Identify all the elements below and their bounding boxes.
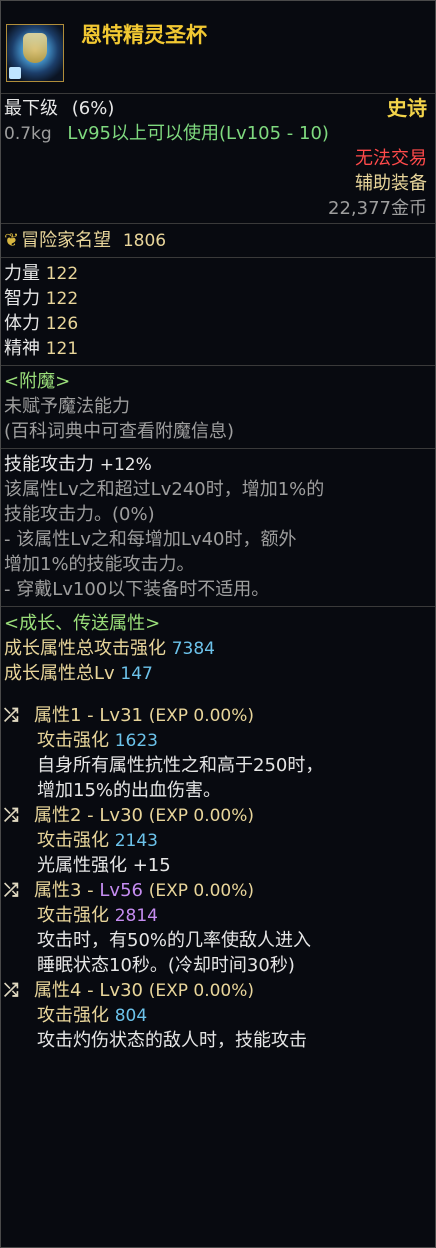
skill-attack-section: 技能攻击力 +12% 该属性Lv之和超过Lv240时，增加1%的 技能攻击力。(… bbox=[1, 449, 435, 607]
item-name: 恩特精灵圣杯 bbox=[81, 23, 207, 47]
skill-attack-value: +12% bbox=[99, 455, 152, 475]
growth-total-atk-value: 7384 bbox=[171, 639, 215, 659]
attr-desc: 攻击灼伤状态的敌人时，技能攻击 bbox=[37, 1030, 307, 1051]
attr-atk-value: 2814 bbox=[114, 906, 158, 926]
shuffle-icon[interactable]: ⤮ bbox=[4, 978, 34, 1003]
fame-label: 冒险家名望 bbox=[21, 230, 112, 251]
basic-info: 最下级 (6%) 史诗 0.7kg Lv95以上可以使用(Lv105 - 10)… bbox=[1, 94, 435, 224]
attr-desc: 增加15%的出血伤害。 bbox=[37, 780, 222, 801]
shuffle-icon[interactable]: ⤮ bbox=[4, 803, 34, 828]
growth-attr-4[interactable]: ⤮ 属性4 - Lv30 (EXP 0.00%) bbox=[1, 978, 435, 1003]
growth-header: <成长、传送属性> bbox=[4, 613, 161, 634]
skill-attack-label: 技能攻击力 bbox=[4, 454, 94, 475]
growth-attr-3[interactable]: ⤮ 属性3 - Lv56 (EXP 0.00%) bbox=[1, 878, 435, 903]
level-requirement: Lv95以上可以使用(Lv105 - 10) bbox=[67, 123, 329, 144]
stat-row: 精神 121 bbox=[4, 338, 79, 359]
attr-atk-value: 804 bbox=[114, 1006, 148, 1026]
stat-row: 智力 122 bbox=[4, 288, 79, 309]
attr-desc: 睡眠状态10秒。(冷却时间30秒) bbox=[37, 955, 295, 976]
skill-desc-line: 技能攻击力。(0%) bbox=[4, 504, 155, 525]
laurel-icon: ❦ bbox=[4, 230, 20, 251]
stat-row: 体力 126 bbox=[4, 313, 79, 334]
growth-total-lv-value: 147 bbox=[120, 664, 153, 684]
enchant-line: (百科词典中可查看附魔信息) bbox=[4, 421, 235, 442]
stats-section: 力量 122 智力 122 体力 126 精神 121 bbox=[1, 258, 435, 366]
skill-desc-line: 增加1%的技能攻击力。 bbox=[4, 554, 195, 575]
growth-total-atk-label: 成长属性总攻击强化 bbox=[4, 638, 166, 659]
tooltip-header: 恩特精灵圣杯 bbox=[1, 1, 435, 94]
attr-desc: 自身所有属性抗性之和高于250时， bbox=[37, 755, 324, 776]
shuffle-icon[interactable]: ⤮ bbox=[4, 703, 34, 728]
item-grade-percent: (6%) bbox=[71, 98, 115, 119]
enchant-section: <附魔> 未赋予魔法能力 (百科词典中可查看附魔信息) bbox=[1, 366, 435, 449]
skill-desc-line: - 穿戴Lv100以下装备时不适用。 bbox=[4, 579, 270, 600]
growth-total-lv-label: 成长属性总Lv bbox=[4, 663, 115, 684]
chalice-icon bbox=[6, 24, 64, 82]
item-price: 22,377金币 bbox=[328, 198, 427, 219]
stat-row: 力量 122 bbox=[4, 263, 79, 284]
shuffle-icon[interactable]: ⤮ bbox=[4, 878, 34, 903]
enchant-header: <附魔> bbox=[4, 371, 71, 392]
enchant-line: 未赋予魔法能力 bbox=[4, 396, 130, 417]
attr-atk-label: 攻击强化 bbox=[37, 730, 109, 751]
item-rarity: 史诗 bbox=[387, 96, 427, 120]
attr-atk-value: 1623 bbox=[114, 731, 158, 751]
item-tooltip: 恩特精灵圣杯 最下级 (6%) 史诗 0.7kg Lv95以上可以使用(Lv10… bbox=[0, 0, 436, 1248]
attr-atk-value: 2143 bbox=[114, 831, 158, 851]
item-weight: 0.7kg bbox=[4, 124, 52, 144]
growth-attr-2[interactable]: ⤮ 属性2 - Lv30 (EXP 0.00%) bbox=[1, 803, 435, 828]
attr-atk-label: 攻击强化 bbox=[37, 905, 109, 926]
attr-atk-label: 攻击强化 bbox=[37, 1005, 109, 1026]
growth-attr-1[interactable]: ⤮ 属性1 - Lv31 (EXP 0.00%) bbox=[1, 703, 435, 728]
skill-desc-line: 该属性Lv之和超过Lv240时，增加1%的 bbox=[4, 479, 325, 500]
skill-desc-line: - 该属性Lv之和每增加Lv40时，额外 bbox=[4, 529, 297, 550]
item-type: 辅助装备 bbox=[355, 173, 427, 194]
lock-icon bbox=[9, 67, 21, 79]
trade-status: 无法交易 bbox=[355, 148, 427, 169]
attr-desc: 光属性强化 +15 bbox=[37, 855, 171, 876]
item-grade: 最下级 bbox=[4, 98, 58, 119]
attr-atk-label: 攻击强化 bbox=[37, 830, 109, 851]
fame-section: ❦ 冒险家名望 1806 bbox=[1, 224, 435, 258]
growth-section: <成长、传送属性> 成长属性总攻击强化 7384 成长属性总Lv 147 ⤮ 属性… bbox=[1, 607, 435, 1055]
attr-desc: 攻击时，有50%的几率使敌人进入 bbox=[37, 930, 312, 951]
fame-value: 1806 bbox=[122, 231, 167, 251]
